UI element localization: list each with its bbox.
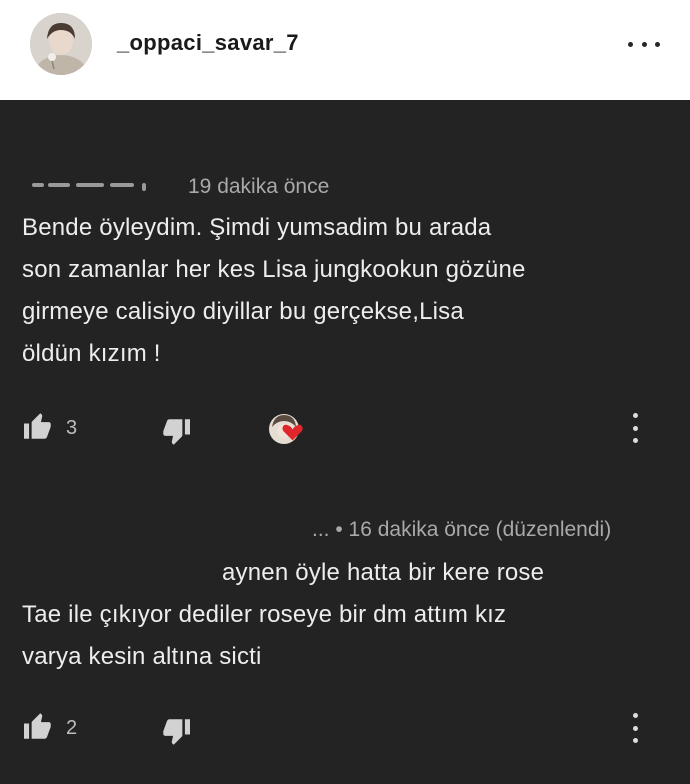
more-horizontal-icon[interactable] xyxy=(628,33,660,55)
creator-heart-icon[interactable] xyxy=(264,409,314,458)
comment-timestamp: 19 dakika önce xyxy=(188,175,330,198)
more-vertical-icon[interactable] xyxy=(630,413,640,443)
thumbs-up-icon xyxy=(24,413,51,439)
comment-body: aynen öyle hatta bir kere rose Tae ile ç… xyxy=(22,552,544,678)
like-button[interactable] xyxy=(22,712,54,745)
thumbs-up-icon xyxy=(24,713,51,739)
comment-line: aynen öyle hatta bir kere rose xyxy=(222,559,545,586)
like-count: 2 xyxy=(66,717,78,739)
avatar-image xyxy=(30,13,92,75)
thumbs-down-icon xyxy=(163,419,190,445)
thumbs-down-icon xyxy=(163,719,190,745)
like-count: 3 xyxy=(66,417,78,439)
comment-line: son zamanlar her kes Lisa jungkookun göz… xyxy=(22,256,526,283)
cropped-username xyxy=(30,180,160,192)
dislike-button[interactable] xyxy=(160,718,192,751)
post-header: _oppaci_savar_7 xyxy=(0,0,690,100)
comment-line: varya kesin altına sicti xyxy=(22,643,262,670)
comment-body: Bende öyleydim. Şimdi yumsadim bu arada … xyxy=(22,207,526,375)
comment-line: Bende öyleydim. Şimdi yumsadim bu arada xyxy=(22,214,492,241)
comment-line: öldün kızım ! xyxy=(22,340,161,367)
username[interactable]: _oppaci_savar_7 xyxy=(117,30,299,56)
comment-screenshot: 19 dakika önce Bende öyleydim. Şimdi yum… xyxy=(0,100,690,784)
like-button[interactable] xyxy=(22,412,54,445)
dislike-button[interactable] xyxy=(160,418,192,451)
avatar[interactable] xyxy=(30,13,92,75)
comment-line: Tae ile çıkıyor dediler roseye bir dm at… xyxy=(22,601,507,628)
more-vertical-icon[interactable] xyxy=(630,713,640,743)
comment-line: girmeye calisiyo diyillar bu gerçekse,Li… xyxy=(22,298,464,325)
comment-timestamp: ... • 16 dakika önce (düzenlendi) xyxy=(312,518,612,541)
